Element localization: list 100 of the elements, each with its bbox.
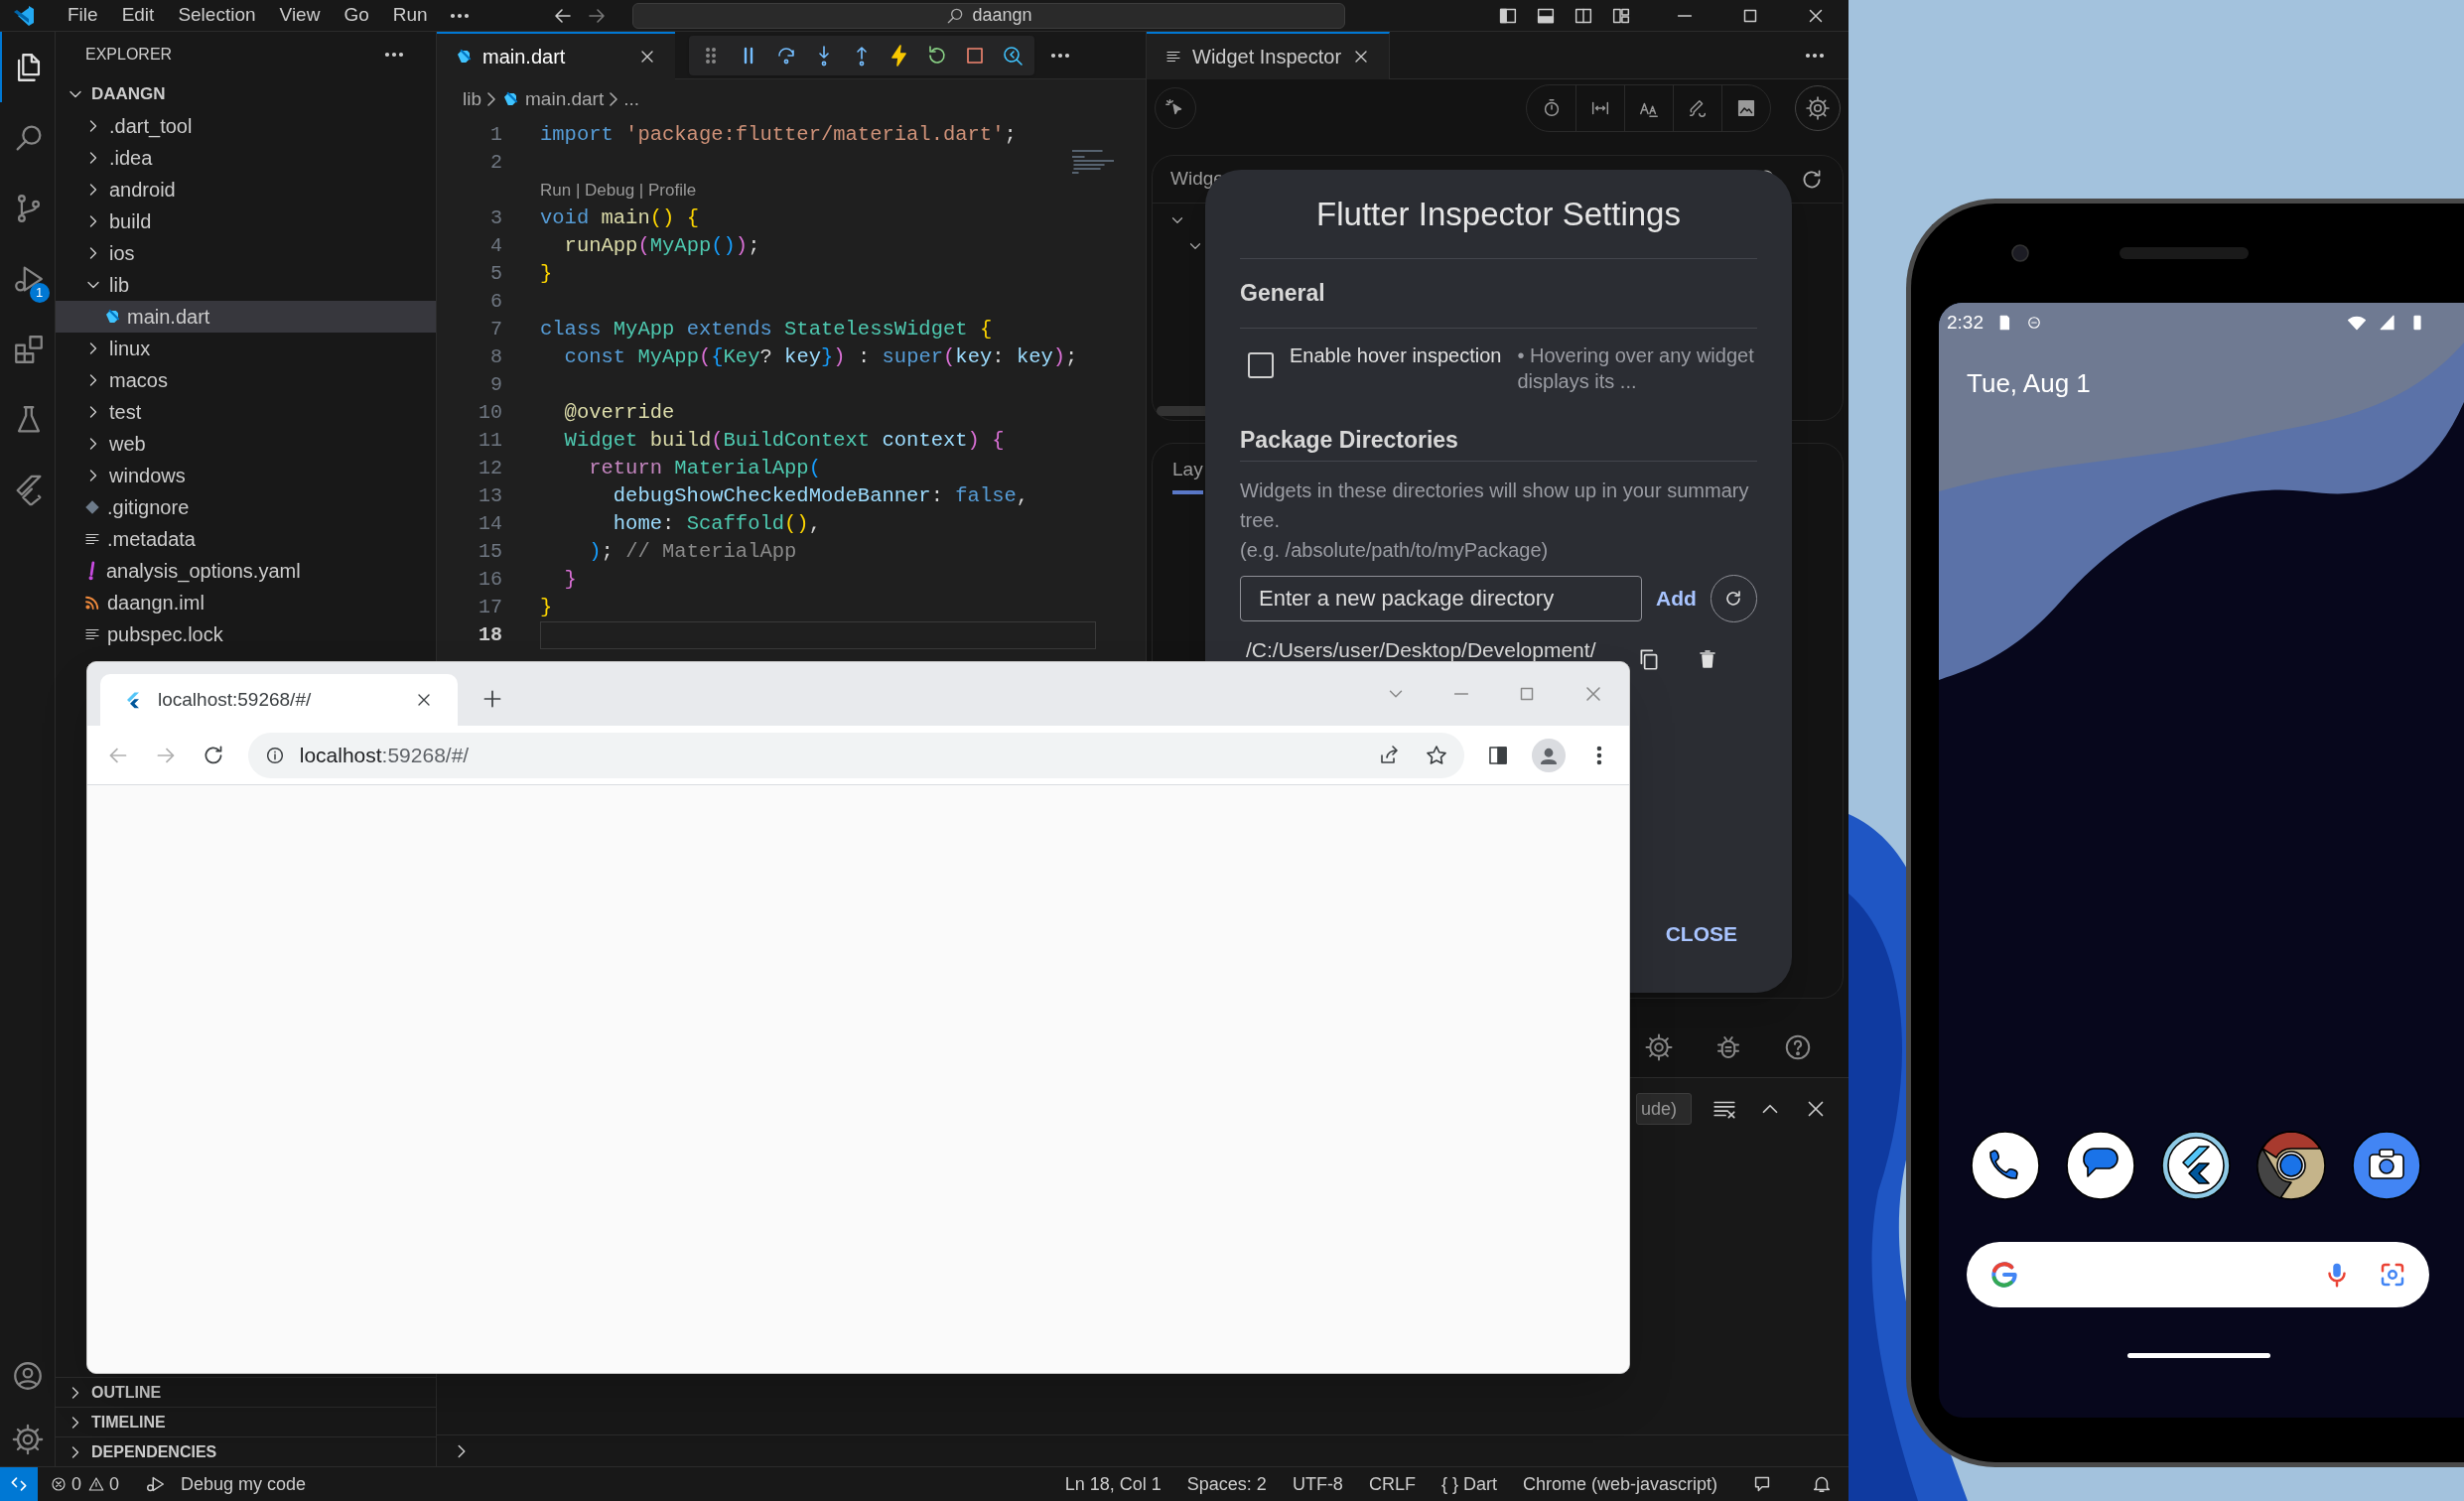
folder-row[interactable]: linux bbox=[56, 333, 436, 364]
error-icon bbox=[50, 1475, 68, 1493]
status-item[interactable]: CRLF bbox=[1368, 1470, 1416, 1498]
breadcrumb-item[interactable]: ... bbox=[623, 84, 640, 114]
close-button[interactable]: CLOSE bbox=[1665, 917, 1737, 949]
folder-row[interactable]: .idea bbox=[56, 142, 436, 174]
folder-row[interactable]: DAANGN bbox=[56, 77, 436, 110]
camera-app-icon[interactable] bbox=[2352, 1131, 2421, 1200]
settings-icon bbox=[1805, 95, 1831, 121]
menu-item[interactable]: Go bbox=[332, 1, 381, 30]
folder-row[interactable]: .dart_tool bbox=[56, 110, 436, 142]
status-item[interactable]: Debug my code bbox=[181, 1470, 307, 1498]
activity-item[interactable]: 1 bbox=[0, 243, 56, 314]
editor-tab[interactable]: Widget Inspector bbox=[1147, 31, 1391, 79]
warning-count[interactable]: 0 bbox=[109, 1470, 120, 1498]
editor-tab[interactable]: main.dart bbox=[437, 31, 675, 79]
menu-item[interactable]: Selection bbox=[166, 1, 268, 30]
command-search-field[interactable]: daangn bbox=[631, 2, 1345, 29]
section-heading: General bbox=[1240, 259, 1757, 329]
code-line: } bbox=[540, 260, 554, 287]
google-logo-icon bbox=[1988, 1259, 2020, 1291]
file-row[interactable]: daangn.iml bbox=[56, 587, 436, 618]
status-item[interactable]: Chrome (web-javascript) bbox=[1522, 1470, 1717, 1498]
chevron-icon bbox=[610, 92, 618, 106]
folder-row[interactable]: test bbox=[56, 396, 436, 428]
setting-label: Enable hover inspection bbox=[1290, 343, 1502, 368]
line-number: 12 bbox=[478, 456, 502, 481]
browser-tab[interactable]: localhost:59268/#/ bbox=[100, 674, 458, 726]
code-line: } bbox=[540, 594, 554, 620]
setting-description: • Hovering over any widget displays its ... bbox=[1517, 343, 1755, 394]
code-line: void main() { bbox=[540, 205, 700, 231]
folder-row[interactable]: lib bbox=[56, 269, 436, 301]
directory-path: /C:/Users/user/Desktop/Development/ bbox=[1245, 637, 1596, 663]
search-text: daangn bbox=[972, 4, 1032, 27]
code-line: return MaterialApp( bbox=[588, 455, 822, 481]
file-row[interactable]: .metadata bbox=[56, 523, 436, 555]
code-lens[interactable]: Run | Debug | Profile bbox=[540, 178, 697, 204]
code-line: home: Scaffold(), bbox=[612, 510, 822, 537]
file-row[interactable]: main.dart bbox=[56, 301, 436, 333]
checkbox[interactable] bbox=[1248, 352, 1274, 378]
sync-icon bbox=[2025, 314, 2043, 332]
section-header[interactable]: TIMELINE bbox=[56, 1407, 436, 1436]
description-text: Widgets in these directories will show up in your summary tree. bbox=[1240, 478, 1750, 533]
filter-field[interactable]: ude) bbox=[1636, 1093, 1692, 1125]
diamond-icon bbox=[83, 498, 101, 516]
folder-row[interactable]: ios bbox=[56, 237, 436, 269]
menu-item[interactable]: Edit bbox=[109, 1, 167, 30]
status-item[interactable]: Ln 18, Col 1 bbox=[1064, 1470, 1162, 1498]
section-header[interactable]: OUTLINE bbox=[56, 1377, 436, 1407]
file-row[interactable]: analysis_options.yaml bbox=[56, 555, 436, 587]
line-number: 9 bbox=[489, 372, 502, 398]
breadcrumb-item[interactable]: lib bbox=[463, 84, 481, 114]
flutter-app-icon[interactable] bbox=[2161, 1131, 2231, 1200]
error-count[interactable]: 0 bbox=[71, 1470, 81, 1498]
line-number: 5 bbox=[489, 261, 502, 287]
status-time: 2:32 bbox=[1947, 310, 1984, 335]
address-bar[interactable]: localhost:59268/#/ bbox=[247, 732, 1465, 778]
code-line: Widget build(BuildContext context) { bbox=[563, 427, 1006, 454]
add-button[interactable]: Add bbox=[1652, 583, 1701, 614]
line-number: 2 bbox=[489, 150, 502, 176]
phone-app-icon[interactable] bbox=[1971, 1131, 2040, 1200]
file-row[interactable]: .gitignore bbox=[56, 491, 436, 523]
folder-row[interactable]: macos bbox=[56, 364, 436, 396]
line-number: 16 bbox=[478, 567, 502, 593]
folder-row[interactable]: build bbox=[56, 205, 436, 237]
code-line: const MyApp({Key? key}) : super(key: key); bbox=[563, 343, 1079, 370]
breadcrumb-item[interactable]: main.dart bbox=[525, 84, 605, 114]
chrome-app-icon[interactable] bbox=[2257, 1131, 2326, 1200]
chevron-icon bbox=[487, 92, 495, 106]
app-logo-icon bbox=[12, 3, 36, 28]
status-item[interactable]: Spaces: 2 bbox=[1186, 1470, 1267, 1498]
star-icon[interactable] bbox=[1425, 743, 1449, 767]
help-icon[interactable] bbox=[1783, 1032, 1813, 1062]
menu-item[interactable]: Run bbox=[380, 1, 440, 30]
line-number: 10 bbox=[478, 400, 502, 426]
folder-row[interactable]: web bbox=[56, 428, 436, 460]
section-heading: Package Directories bbox=[1240, 420, 1757, 462]
status-item[interactable]: { } Dart bbox=[1440, 1470, 1497, 1498]
profile-button[interactable] bbox=[1532, 738, 1567, 772]
settings-icon[interactable] bbox=[10, 1423, 45, 1456]
settings-icon[interactable] bbox=[1644, 1032, 1674, 1062]
menu-item[interactable]: File bbox=[56, 1, 110, 30]
status-item[interactable]: UTF-8 bbox=[1292, 1470, 1343, 1498]
paint-icon bbox=[1687, 97, 1709, 119]
remote-icon bbox=[9, 1474, 29, 1494]
chat-app-icon[interactable] bbox=[2066, 1131, 2135, 1200]
menu-item[interactable]: View bbox=[267, 1, 333, 30]
sidebar-title: EXPLORER bbox=[85, 45, 173, 65]
file-row[interactable]: pubspec.lock bbox=[56, 618, 436, 650]
image-icon bbox=[1735, 97, 1757, 119]
line-number: 4 bbox=[489, 233, 502, 259]
folder-row[interactable]: android bbox=[56, 174, 436, 205]
notification-badge: 1 bbox=[29, 283, 50, 303]
folder-row[interactable]: windows bbox=[56, 460, 436, 491]
date-text: Tue, Aug 1 bbox=[1967, 367, 2092, 400]
url-text: localhost:59268/#/ bbox=[299, 742, 470, 768]
package-directory-field[interactable]: Enter a new package directory bbox=[1240, 576, 1643, 621]
line-number: 11 bbox=[478, 428, 502, 454]
remote-button[interactable] bbox=[0, 1466, 38, 1501]
code-line: @override bbox=[563, 399, 676, 426]
